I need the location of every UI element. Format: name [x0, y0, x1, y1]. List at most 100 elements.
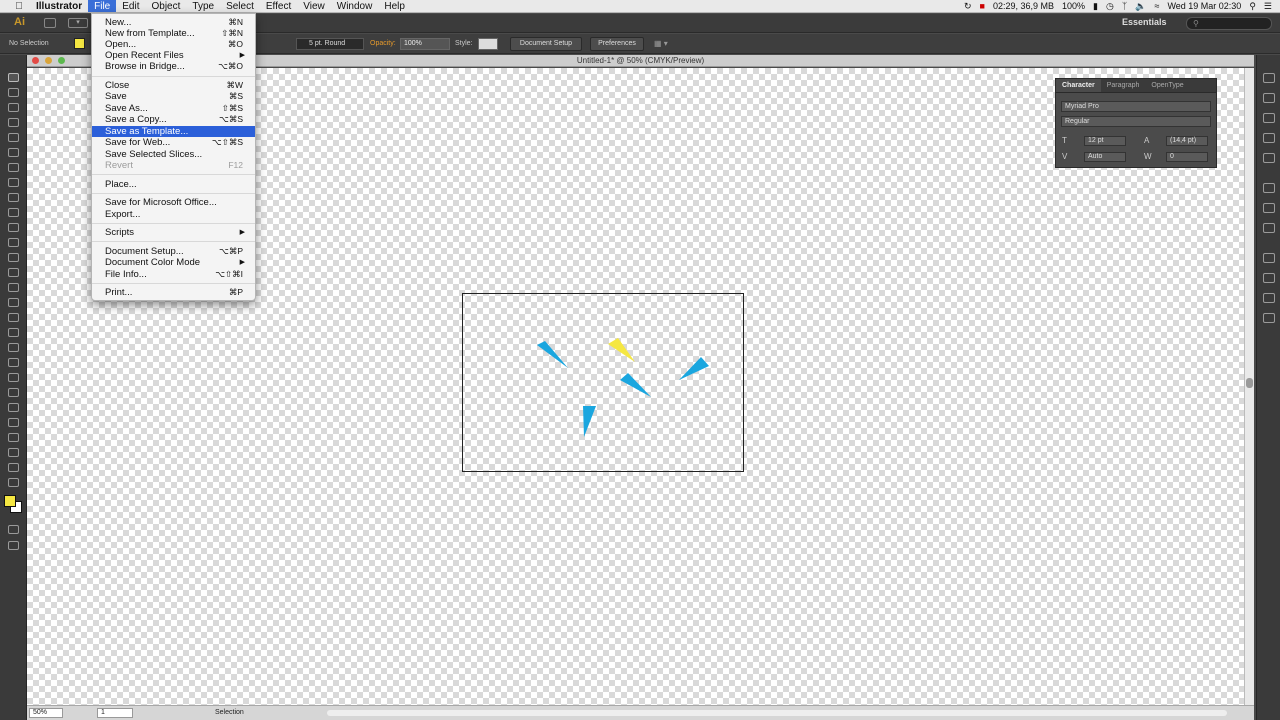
- cyan-triangle-4[interactable]: [583, 406, 596, 437]
- graphic-style-swatch[interactable]: [478, 38, 498, 50]
- sync-icon[interactable]: ↻: [964, 0, 972, 13]
- gradient-panel-icon[interactable]: [1263, 203, 1275, 213]
- opacity-input[interactable]: 100%: [400, 38, 450, 50]
- font-size-input[interactable]: 12 pt: [1084, 136, 1126, 146]
- apple-icon[interactable]: : [12, 0, 26, 12]
- menu-item-save-a-copy[interactable]: Save a Copy... ⌥⌘S: [92, 114, 255, 125]
- screen-mode-icon[interactable]: [8, 541, 19, 550]
- swatches-panel-icon[interactable]: [1263, 113, 1275, 123]
- yellow-triangle[interactable]: [608, 338, 635, 362]
- menu-edit[interactable]: Edit: [116, 0, 145, 12]
- cyan-triangle-3[interactable]: [679, 357, 709, 380]
- menu-item-save-as-template[interactable]: Save as Template...: [92, 126, 255, 137]
- width-tool-icon[interactable]: [8, 283, 19, 292]
- menu-window[interactable]: Window: [331, 0, 379, 12]
- workspace-switcher[interactable]: Essentials: [1122, 17, 1167, 27]
- magic-wand-tool-icon[interactable]: [8, 103, 19, 112]
- color-guide-icon[interactable]: [1263, 93, 1275, 103]
- artboards-panel-icon[interactable]: [1263, 313, 1275, 323]
- blend-tool-icon[interactable]: [8, 388, 19, 397]
- menu-object[interactable]: Object: [145, 0, 186, 12]
- menu-select[interactable]: Select: [220, 0, 260, 12]
- pen-tool-icon[interactable]: [8, 133, 19, 142]
- menu-item-print[interactable]: Print... ⌘P: [92, 287, 255, 298]
- tab-paragraph[interactable]: Paragraph: [1101, 79, 1146, 92]
- battery-percent[interactable]: 100%: [1062, 0, 1085, 13]
- menu-item-new-from-template[interactable]: New from Template... ⇧⌘N: [92, 28, 255, 39]
- align-options-icon[interactable]: ▦ ▾: [654, 39, 668, 48]
- tab-character[interactable]: Character: [1056, 79, 1101, 92]
- menu-help[interactable]: Help: [378, 0, 411, 12]
- stroke-profile-dropdown[interactable]: 5 pt. Round: [296, 38, 364, 50]
- menu-item-place[interactable]: Place...: [92, 179, 255, 190]
- battery-icon[interactable]: ▮: [1093, 0, 1098, 13]
- menu-item-save-for-microsoft-office[interactable]: Save for Microsoft Office...: [92, 197, 255, 208]
- column-graph-tool-icon[interactable]: [8, 418, 19, 427]
- drawing-mode-icon[interactable]: [8, 525, 19, 534]
- menu-type[interactable]: Type: [186, 0, 220, 12]
- direct-selection-tool-icon[interactable]: [8, 88, 19, 97]
- zoom-tool-icon[interactable]: [8, 478, 19, 487]
- type-tool-icon[interactable]: [8, 148, 19, 157]
- horizontal-scrollbar[interactable]: [327, 710, 1227, 716]
- lasso-tool-icon[interactable]: [8, 118, 19, 127]
- opacity-label[interactable]: Opacity:: [370, 40, 396, 47]
- graphic-styles-icon[interactable]: [1263, 273, 1275, 283]
- cyan-triangle-2[interactable]: [620, 373, 651, 397]
- artboard-tool-icon[interactable]: [8, 433, 19, 442]
- volume-icon[interactable]: 🔈: [1135, 0, 1146, 13]
- pencil-tool-icon[interactable]: [8, 208, 19, 217]
- menu-effect[interactable]: Effect: [260, 0, 297, 12]
- fill-color-swatch[interactable]: [74, 38, 85, 49]
- clock[interactable]: Wed 19 Mar 02:30: [1167, 0, 1241, 13]
- document-setup-button[interactable]: Document Setup: [510, 37, 582, 51]
- menu-item-export[interactable]: Export...: [92, 209, 255, 220]
- menu-view[interactable]: View: [297, 0, 331, 12]
- wifi-icon[interactable]: ≈: [1154, 0, 1159, 13]
- rectangle-tool-icon[interactable]: [8, 178, 19, 187]
- leading-input[interactable]: (14,4 pt): [1166, 136, 1208, 146]
- fill-swatch[interactable]: [4, 495, 16, 507]
- line-tool-icon[interactable]: [8, 163, 19, 172]
- menu-item-new[interactable]: New... ⌘N: [92, 17, 255, 28]
- gradient-tool-icon[interactable]: [8, 358, 19, 367]
- vertical-scroll-thumb[interactable]: [1246, 378, 1253, 388]
- menu-item-save[interactable]: Save ⌘S: [92, 91, 255, 102]
- menu-item-scripts[interactable]: Scripts ▶: [92, 227, 255, 238]
- stroke-panel-icon[interactable]: [1263, 183, 1275, 193]
- menu-item-file-info[interactable]: File Info... ⌥⇧⌘I: [92, 269, 255, 280]
- cyan-triangle-1[interactable]: [537, 341, 568, 368]
- recording-status[interactable]: 02:29, 36,9 MB: [993, 0, 1054, 13]
- search-field[interactable]: ⚲: [1186, 17, 1272, 30]
- menu-item-close[interactable]: Close ⌘W: [92, 80, 255, 91]
- status-mode[interactable]: Selection: [215, 709, 244, 716]
- preferences-button[interactable]: Preferences: [590, 37, 644, 51]
- paintbrush-tool-icon[interactable]: [8, 193, 19, 202]
- menu-item-document-setup[interactable]: Document Setup... ⌥⌘P: [92, 246, 255, 257]
- menu-item-save-for-web[interactable]: Save for Web... ⌥⇧⌘S: [92, 137, 255, 148]
- brushes-panel-icon[interactable]: [1263, 133, 1275, 143]
- tracking-input[interactable]: 0: [1166, 152, 1208, 162]
- symbols-panel-icon[interactable]: [1263, 153, 1275, 163]
- menu-item-save-as[interactable]: Save As... ⇧⌘S: [92, 103, 255, 114]
- eraser-tool-icon[interactable]: [8, 238, 19, 247]
- blob-brush-tool-icon[interactable]: [8, 223, 19, 232]
- bluetooth-icon[interactable]: ᛉ: [1122, 0, 1127, 13]
- menu-item-browse-in-bridge[interactable]: Browse in Bridge... ⌥⌘O: [92, 61, 255, 72]
- mesh-tool-icon[interactable]: [8, 343, 19, 352]
- notifications-icon[interactable]: ☰: [1264, 0, 1272, 13]
- artboard-navigation[interactable]: 1: [97, 708, 133, 718]
- color-panel-icon[interactable]: [1263, 73, 1275, 83]
- font-family-dropdown[interactable]: Myriad Pro: [1061, 101, 1211, 112]
- slice-tool-icon[interactable]: [8, 448, 19, 457]
- shape-builder-tool-icon[interactable]: [8, 313, 19, 322]
- menu-file[interactable]: File: [88, 0, 117, 12]
- menu-item-open-recent[interactable]: Open Recent Files ▶: [92, 50, 255, 61]
- free-transform-tool-icon[interactable]: [8, 298, 19, 307]
- scale-tool-icon[interactable]: [8, 268, 19, 277]
- time-machine-icon[interactable]: ◷: [1106, 0, 1114, 13]
- tab-opentype[interactable]: OpenType: [1145, 79, 1189, 92]
- menu-item-open[interactable]: Open... ⌘O: [92, 39, 255, 50]
- font-style-dropdown[interactable]: Regular: [1061, 116, 1211, 127]
- menu-item-document-color-mode[interactable]: Document Color Mode ▶: [92, 257, 255, 268]
